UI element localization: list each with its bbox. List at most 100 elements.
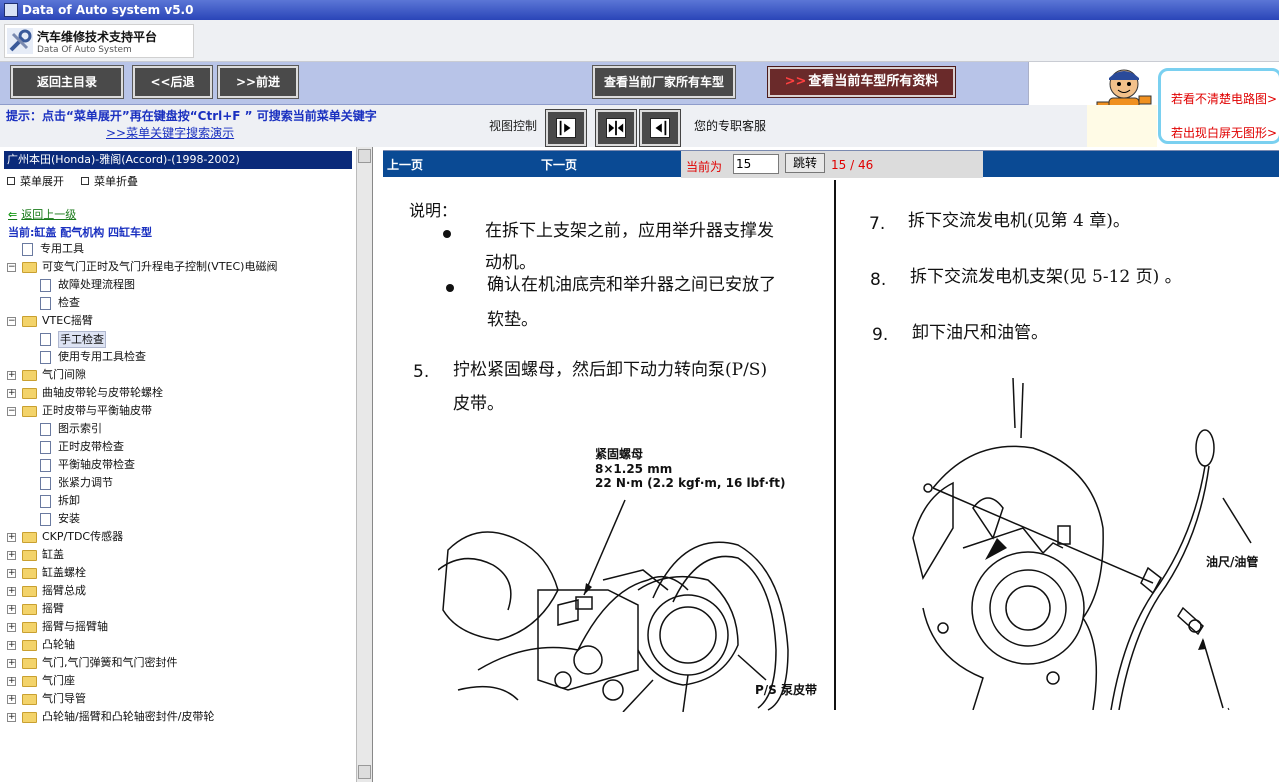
next-page-link[interactable]: 下一页	[541, 156, 577, 173]
tree-folder[interactable]: + 凸轮轴	[0, 636, 355, 654]
expand-box-icon[interactable]: +	[7, 533, 16, 542]
back-button[interactable]: <<后退	[132, 65, 213, 99]
tree-label: 缸盖	[42, 548, 64, 561]
tree-item[interactable]: 专用工具	[0, 240, 355, 258]
vehicle-title: 广州本田(Honda)-雅阁(Accord)-(1998-2002)	[4, 151, 352, 169]
expand-box-icon[interactable]: +	[7, 659, 16, 668]
view-expand-left-button[interactable]	[639, 109, 681, 147]
expand-box-icon[interactable]: +	[7, 587, 16, 596]
menu-tree: 专用工具 − 可变气门正时及气门升程电子控制(VTEC)电磁阀 故障处理流程图 检查 − V…	[0, 240, 355, 726]
step8-number: 8.	[870, 270, 887, 290]
expand-box-icon[interactable]: +	[7, 641, 16, 650]
note-bullet2-line2: 软垫。	[487, 310, 538, 330]
tree-item[interactable]: 张紧力调节	[0, 474, 355, 492]
tree-folder[interactable]: + 气门间隙	[0, 366, 355, 384]
tree-item[interactable]: 使用专用工具检查	[0, 348, 355, 366]
menu-expand-button[interactable]: 菜单展开	[7, 173, 64, 189]
tree-item[interactable]: 检查	[0, 294, 355, 312]
document-icon	[40, 279, 51, 292]
sidebar-scrollbar[interactable]	[356, 147, 372, 782]
expand-square-icon	[7, 177, 15, 185]
tree-folder[interactable]: + 气门,气门弹簧和气门密封件	[0, 654, 355, 672]
tree-folder[interactable]: + CKP/TDC传感器	[0, 528, 355, 546]
tree-folder[interactable]: − 可变气门正时及气门升程电子控制(VTEC)电磁阀	[0, 258, 355, 276]
tree-item[interactable]: 故障处理流程图	[0, 276, 355, 294]
menu-collapse-label: 菜单折叠	[94, 175, 138, 188]
expand-box-icon[interactable]: +	[7, 605, 16, 614]
folder-icon	[22, 676, 37, 687]
tree-folder[interactable]: + 曲轴皮带轮与皮带轮螺栓	[0, 384, 355, 402]
expand-box-icon[interactable]: +	[7, 389, 16, 398]
expand-box-icon[interactable]: +	[7, 677, 16, 686]
home-button[interactable]: 返回主目录	[10, 65, 124, 99]
menu-collapse-button[interactable]: 菜单折叠	[81, 173, 138, 189]
tree-item[interactable]: 平衡轴皮带检查	[0, 456, 355, 474]
model-all-data-button[interactable]: >> 查看当前车型所有资料	[767, 66, 956, 98]
tree-item[interactable]: 图示索引	[0, 420, 355, 438]
search-demo-link[interactable]: >>菜单关键字搜索演示	[106, 124, 234, 141]
scroll-down-icon[interactable]	[358, 765, 371, 779]
dipstick-figure	[912, 378, 1252, 710]
tree-label: 安装	[58, 512, 80, 525]
note-bullet2-line1: 确认在机油底壳和举升器之间已安放了	[487, 275, 776, 295]
folder-icon	[22, 568, 37, 579]
folder-icon	[22, 550, 37, 561]
collapse-box-icon[interactable]: −	[7, 263, 16, 272]
expand-box-icon[interactable]: +	[7, 569, 16, 578]
view-split-button[interactable]	[595, 109, 637, 147]
tree-folder[interactable]: + 摇臂	[0, 600, 355, 618]
wrench-icon	[7, 28, 33, 54]
forward-button[interactable]: >>前进	[217, 65, 299, 99]
view-expand-right-button[interactable]	[545, 109, 587, 147]
expand-box-icon[interactable]: +	[7, 371, 16, 380]
customer-service-label[interactable]: 您的专职客服	[694, 117, 766, 134]
tree-folder[interactable]: + 缸盖螺栓	[0, 564, 355, 582]
expand-box-icon[interactable]: +	[7, 551, 16, 560]
jump-button[interactable]: 跳转	[785, 153, 825, 173]
folder-icon	[22, 370, 37, 381]
tree-folder[interactable]: − VTEC摇臂	[0, 312, 355, 330]
tree-item[interactable]: 正时皮带检查	[0, 438, 355, 456]
tree-label: 摇臂总成	[42, 584, 86, 597]
tree-label: 使用专用工具检查	[58, 350, 146, 363]
folder-icon	[22, 586, 37, 597]
tree-folder[interactable]: + 摇臂与摇臂轴	[0, 618, 355, 636]
scroll-up-icon[interactable]	[358, 149, 371, 163]
tree-folder[interactable]: + 摇臂总成	[0, 582, 355, 600]
tree-item[interactable]: 拆卸	[0, 492, 355, 510]
expand-box-icon[interactable]: +	[7, 695, 16, 704]
tree-label: CKP/TDC传感器	[42, 530, 124, 543]
back-up-link[interactable]: ⇐ 返回上一级	[8, 206, 76, 222]
tree-folder[interactable]: + 气门导管	[0, 690, 355, 708]
white-screen-link[interactable]: 若出现白屏无图形>	[1171, 124, 1277, 141]
page-number-input[interactable]	[733, 154, 779, 174]
collapse-box-icon[interactable]: −	[7, 317, 16, 326]
mascot-backdrop	[1087, 105, 1157, 147]
tree-folder[interactable]: + 缸盖	[0, 546, 355, 564]
prev-page-link[interactable]: 上一页	[387, 156, 423, 173]
document-icon	[40, 513, 51, 526]
split-arrows-icon	[606, 118, 626, 138]
tree-label: 平衡轴皮带检查	[58, 458, 135, 471]
tree-label: 气门,气门弹簧和气门密封件	[42, 656, 178, 669]
double-arrow-icon: >>	[784, 74, 807, 89]
collapse-box-icon[interactable]: −	[7, 407, 16, 416]
unclear-diagram-link[interactable]: 若看不清楚电路图>	[1171, 90, 1277, 107]
sidebar: 广州本田(Honda)-雅阁(Accord)-(1998-2002) 菜单展开 …	[0, 147, 373, 782]
hint-row: 提示：点击“菜单展开”再在键盘按“Ctrl+F ” 可搜索当前菜单关键字 >>菜…	[0, 105, 1087, 147]
folder-icon	[22, 622, 37, 633]
tree-folder[interactable]: + 凸轮轴/摇臂和凸轮轴密封件/皮带轮	[0, 708, 355, 726]
step5-number: 5.	[413, 362, 430, 382]
maker-models-button[interactable]: 查看当前厂家所有车型	[592, 65, 736, 99]
note-title: 说明：	[409, 201, 458, 220]
arrow-left-icon	[650, 118, 670, 138]
tree-item[interactable]: 手工检查	[0, 330, 355, 348]
tree-label: 缸盖螺栓	[42, 566, 86, 579]
content-pane: 上一页 下一页 当前为 跳转 15 / 46 说明： 在拆下上支架之前，应用举升…	[383, 150, 1279, 782]
expand-box-icon[interactable]: +	[7, 713, 16, 722]
tree-folder[interactable]: − 正时皮带与平衡轴皮带	[0, 402, 355, 420]
tree-folder[interactable]: + 气门座	[0, 672, 355, 690]
main-toolbar: 返回主目录 <<后退 >>前进 查看当前厂家所有车型 >> 查看当前车型所有资料	[0, 62, 1028, 105]
tree-item[interactable]: 安装	[0, 510, 355, 528]
expand-box-icon[interactable]: +	[7, 623, 16, 632]
